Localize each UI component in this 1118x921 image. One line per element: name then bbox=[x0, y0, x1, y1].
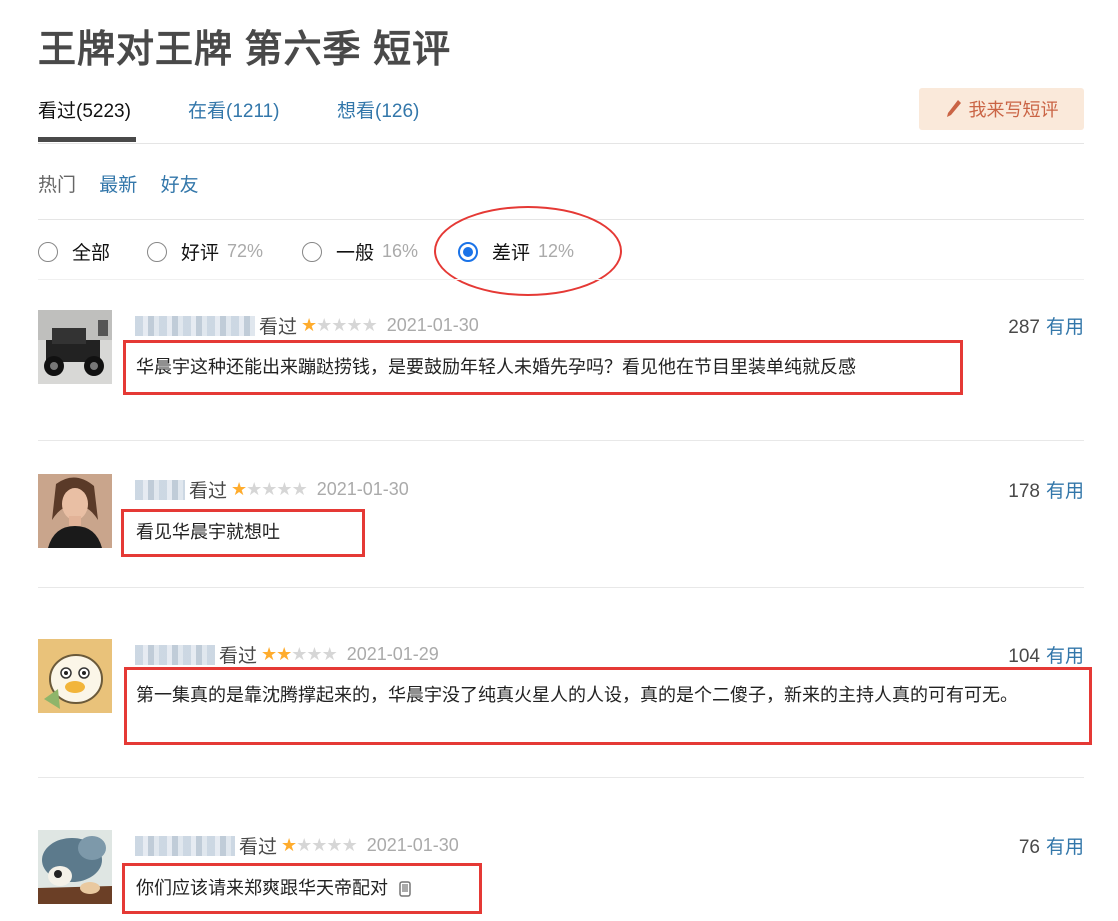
write-review-button[interactable]: 我来写短评 bbox=[919, 88, 1084, 130]
write-review-label: 我来写短评 bbox=[968, 100, 1059, 120]
comment-meta: 看过 ★★★★★ 2021-01-29 bbox=[135, 641, 439, 668]
annotation-circle bbox=[434, 206, 622, 296]
divider bbox=[38, 587, 1084, 588]
pencil-icon bbox=[946, 100, 961, 117]
username-blurred[interactable] bbox=[135, 315, 255, 336]
watch-status: 看过 bbox=[259, 317, 298, 338]
comment-text: 你们应该请来郑爽跟华天帝配对 bbox=[136, 878, 388, 898]
comment-text: 看见华晨宇就想吐 bbox=[136, 522, 280, 542]
comment-date: 2021-01-30 bbox=[386, 315, 479, 335]
comment-date: 2021-01-30 bbox=[366, 835, 459, 855]
rating-stars: ★★★★★ bbox=[231, 479, 308, 499]
radio-all[interactable] bbox=[38, 241, 58, 262]
filter-all-label: 全部 bbox=[72, 243, 111, 264]
divider bbox=[38, 279, 1084, 280]
comment-meta: 看过 ★★★★★ 2021-01-30 bbox=[135, 832, 459, 859]
comment-meta: 看过 ★★★★★ 2021-01-30 bbox=[135, 312, 479, 339]
vote-count: 178 bbox=[1008, 481, 1040, 502]
divider bbox=[38, 440, 1084, 441]
vote-count: 287 bbox=[1008, 317, 1040, 338]
vote-count: 76 bbox=[1018, 837, 1040, 858]
useful-button[interactable]: 有用 bbox=[1046, 837, 1084, 858]
tab-watched[interactable]: 看过(5223) bbox=[38, 96, 131, 123]
comment-date: 2021-01-30 bbox=[316, 479, 409, 499]
filter-neutral-pct: 16% bbox=[382, 241, 419, 261]
filter-neutral[interactable]: 一般 16% bbox=[302, 238, 418, 265]
sort-latest[interactable]: 最新 bbox=[99, 175, 137, 196]
filter-all[interactable]: 全部 bbox=[38, 238, 110, 265]
comment-text: 第一集真的是靠沈腾撑起来的，华晨宇没了纯真火星人的人设，真的是个二傻子，新来的主… bbox=[136, 685, 1018, 705]
username-blurred[interactable] bbox=[135, 835, 235, 856]
filter-neutral-label: 一般 bbox=[336, 243, 375, 264]
comment-meta: 看过 ★★★★★ 2021-01-30 bbox=[135, 476, 409, 503]
useful-button[interactable]: 有用 bbox=[1046, 646, 1084, 667]
divider bbox=[38, 777, 1084, 778]
watch-status: 看过 bbox=[219, 646, 258, 667]
radio-positive[interactable] bbox=[147, 241, 167, 262]
useful-button[interactable]: 有用 bbox=[1046, 317, 1084, 338]
page-title: 王牌对王牌 第六季 短评 bbox=[38, 29, 452, 71]
username-blurred[interactable] bbox=[135, 479, 185, 500]
sort-hot[interactable]: 热门 bbox=[38, 175, 76, 196]
vote-area: 178 有用 bbox=[1008, 476, 1084, 503]
avatar[interactable] bbox=[38, 474, 112, 548]
avatar[interactable] bbox=[38, 639, 112, 713]
rating-stars: ★★★★★ bbox=[281, 835, 358, 855]
tab-want-to-watch[interactable]: 想看(126) bbox=[337, 96, 419, 123]
vote-area: 287 有用 bbox=[1008, 312, 1084, 339]
comment-date: 2021-01-29 bbox=[346, 644, 439, 664]
rating-stars: ★★★★★ bbox=[261, 644, 338, 664]
watch-status: 看过 bbox=[189, 481, 228, 502]
useful-button[interactable]: 有用 bbox=[1046, 481, 1084, 502]
sort-friends[interactable]: 好友 bbox=[161, 175, 199, 196]
status-tabs: 看过(5223) 在看(1211) 想看(126) 我来写短评 bbox=[38, 88, 1084, 144]
filter-positive-label: 好评 bbox=[181, 243, 220, 264]
filter-positive[interactable]: 好评 72% bbox=[147, 238, 263, 265]
username-blurred[interactable] bbox=[135, 644, 215, 665]
filter-positive-pct: 72% bbox=[227, 241, 264, 261]
avatar[interactable] bbox=[38, 310, 112, 384]
radio-neutral[interactable] bbox=[302, 241, 322, 262]
avatar[interactable] bbox=[38, 830, 112, 904]
vote-area: 76 有用 bbox=[1019, 832, 1084, 859]
mobile-phone-icon bbox=[399, 881, 411, 897]
comment-text: 华晨宇这种还能出来蹦跶捞钱，是要鼓励年轻人未婚先孕吗？看见他在节目里装单纯就反感 bbox=[136, 357, 856, 377]
active-tab-underline bbox=[38, 137, 136, 142]
sort-options: 热门 最新 好友 bbox=[38, 170, 217, 197]
vote-area: 104 有用 bbox=[1008, 641, 1084, 668]
vote-count: 104 bbox=[1008, 646, 1040, 667]
tab-watching[interactable]: 在看(1211) bbox=[188, 96, 280, 123]
comment-text-wrap: 你们应该请来郑爽跟华天帝配对 bbox=[136, 874, 411, 902]
watch-status: 看过 bbox=[239, 837, 278, 858]
rating-stars: ★★★★★ bbox=[301, 315, 378, 335]
